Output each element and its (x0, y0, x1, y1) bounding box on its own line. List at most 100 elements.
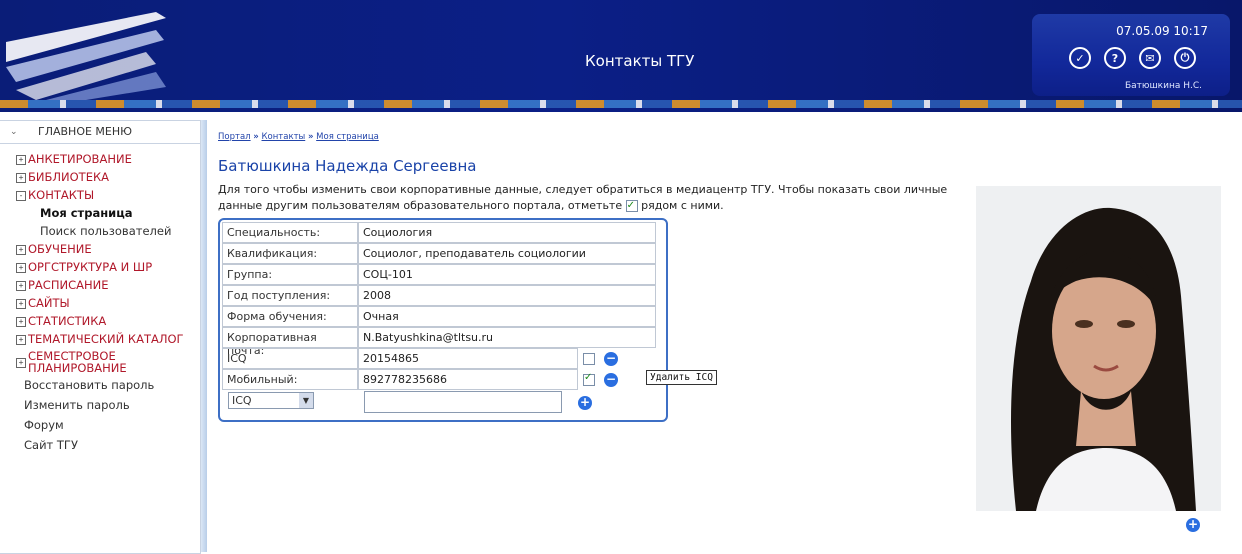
contact-type-value: ICQ (232, 394, 252, 407)
datetime: 07.05.09 10:17 (1116, 24, 1208, 38)
table-row: Корпоративная почта: N.Batyushkina@tltsu… (222, 327, 664, 357)
expand-icon[interactable]: + (16, 245, 26, 255)
sidebar-item-label: БИБЛИОТЕКА (28, 170, 110, 184)
restore-password-link[interactable]: Восстановить пароль (24, 378, 200, 392)
tooltip: Удалить ICQ (646, 370, 717, 385)
field-label: Форма обучения: (222, 306, 358, 327)
icq-visibility-checkbox[interactable] (583, 352, 595, 365)
sidebar-item-statistics[interactable]: + СТАТИСТИКА (16, 314, 200, 328)
sidebar-item-semester-planning[interactable]: + СЕМЕСТРОВОЕ ПЛАНИРОВАНИЕ (16, 350, 200, 374)
expand-icon[interactable]: + (16, 317, 26, 327)
field-label: Квалификация: (222, 243, 358, 264)
user-name[interactable]: Батюшкина Н.С. (1125, 81, 1202, 91)
logo-graphic (6, 12, 166, 100)
intro-line-1: Для того чтобы изменить свои корпоративн… (218, 183, 948, 196)
check-icon[interactable]: ✓ (1069, 47, 1091, 69)
field-label: Специальность: (222, 222, 358, 243)
field-value: Социолог, преподаватель социологии (358, 243, 656, 264)
sidebar-item-education[interactable]: + ОБУЧЕНИЕ (16, 242, 200, 256)
sidebar-item-label: СЕМЕСТРОВОЕ ПЛАНИРОВАНИЕ (28, 349, 127, 375)
site-link[interactable]: Сайт ТГУ (24, 438, 200, 452)
add-photo-icon[interactable]: + (1186, 518, 1200, 532)
breadcrumb-portal[interactable]: Портал (218, 132, 251, 142)
sidebar-subitem-my-page[interactable]: Моя страница (40, 206, 200, 220)
table-row: Форма обучения: Очная (222, 306, 664, 327)
sidebar-splitter[interactable] (201, 120, 207, 552)
action-cell: + (574, 390, 596, 416)
sidebar-item-label: КОНТАКТЫ (28, 188, 95, 202)
sidebar-item-sites[interactable]: + САЙТЫ (16, 296, 200, 310)
remove-mobile-icon[interactable]: − (604, 372, 618, 387)
field-value: 20154865 (358, 348, 578, 369)
visibility-cell (578, 348, 600, 369)
table-row: Год поступления: 2008 (222, 285, 664, 306)
collapse-icon[interactable]: - (16, 191, 26, 201)
user-panel: 07.05.09 10:17 ✓ ? ✉ ⏻ Батюшкина Н.С. (1032, 14, 1230, 96)
sidebar-item-label: САЙТЫ (28, 296, 70, 310)
table-row: Квалификация: Социолог, преподаватель со… (222, 243, 664, 264)
expand-icon[interactable]: + (16, 173, 26, 183)
expand-icon[interactable]: + (16, 281, 26, 291)
sidebar-item-org-structure[interactable]: + ОРГСТРУКТУРА И ШР (16, 260, 200, 274)
help-icon[interactable]: ? (1104, 47, 1126, 69)
sidebar-subitem-user-search[interactable]: Поиск пользователей (40, 224, 200, 238)
remove-icq-icon[interactable]: − (604, 351, 618, 366)
mail-icon[interactable]: ✉ (1139, 47, 1161, 69)
intro-line-3: рядом с ними. (641, 199, 724, 212)
main-content: Портал » Контакты » Моя страница Батюшки… (218, 120, 958, 540)
expand-icon[interactable]: + (16, 155, 26, 165)
sidebar-item-library[interactable]: + БИБЛИОТЕКА (16, 170, 200, 184)
sidebar: ⌄ ГЛАВНОЕ МЕНЮ + АНКЕТИРОВАНИЕ + БИБЛИОТ… (0, 120, 201, 554)
expand-icon[interactable]: + (16, 335, 26, 345)
user-photo (976, 186, 1221, 511)
main-menu-header[interactable]: ⌄ ГЛАВНОЕ МЕНЮ (0, 121, 200, 144)
action-cell: − (600, 369, 622, 390)
breadcrumb-contacts[interactable]: Контакты (262, 132, 306, 142)
checkbox-example-icon (625, 198, 638, 214)
expand-icon[interactable]: + (16, 299, 26, 309)
intro-line-2: данные другим пользователям образователь… (218, 199, 623, 212)
contact-type-select[interactable]: ICQ ▼ (228, 392, 314, 409)
field-value: Социология (358, 222, 656, 243)
change-password-link[interactable]: Изменить пароль (24, 398, 200, 412)
intro-text: Для того чтобы изменить свои корпоративн… (218, 182, 958, 214)
field-label: Группа: (222, 264, 358, 285)
forum-link[interactable]: Форум (24, 418, 200, 432)
profile-data-table: Специальность: Социология Квалификация: … (218, 218, 668, 422)
table-row: Специальность: Социология (222, 222, 664, 243)
collapse-icon[interactable]: ⌄ (10, 121, 18, 143)
page-header-title: Контакты ТГУ (585, 52, 695, 70)
page-title: Батюшкина Надежда Сергеевна (218, 157, 477, 175)
action-cell: − (600, 348, 622, 369)
contact-value-input[interactable] (364, 391, 562, 413)
table-row-new: ICQ ▼ + (222, 390, 664, 416)
expand-icon[interactable]: + (16, 263, 26, 273)
sidebar-item-label: ТЕМАТИЧЕСКИЙ КАТАЛОГ (28, 332, 184, 346)
visibility-cell (578, 369, 600, 390)
table-row-icq: ICQ 20154865 − (222, 348, 664, 369)
sidebar-item-label: ОРГСТРУКТУРА И ШР (28, 260, 153, 274)
main-menu-title: ГЛАВНОЕ МЕНЮ (38, 125, 133, 138)
table-row: Группа: СОЦ-101 (222, 264, 664, 285)
field-value: 2008 (358, 285, 656, 306)
field-label: Год поступления: (222, 285, 358, 306)
sidebar-item-label: АНКЕТИРОВАНИЕ (28, 152, 132, 166)
field-value: Очная (358, 306, 656, 327)
header-stripe (0, 100, 1242, 108)
expand-icon[interactable]: + (16, 358, 26, 368)
chevron-down-icon[interactable]: ▼ (299, 393, 313, 408)
breadcrumb-separator: » (307, 132, 314, 142)
sidebar-item-label: СТАТИСТИКА (28, 314, 107, 328)
mobile-visibility-checkbox[interactable] (583, 372, 595, 386)
breadcrumb-my-page[interactable]: Моя страница (316, 132, 379, 142)
breadcrumb-separator: » (253, 132, 259, 142)
logout-icon[interactable]: ⏻ (1174, 47, 1196, 69)
sidebar-item-label: ОБУЧЕНИЕ (28, 242, 92, 256)
field-label: Мобильный: (222, 369, 358, 390)
sidebar-item-surveys[interactable]: + АНКЕТИРОВАНИЕ (16, 152, 200, 166)
table-row-mobile: Мобильный: 892778235686 − (222, 369, 664, 390)
sidebar-item-schedule[interactable]: + РАСПИСАНИЕ (16, 278, 200, 292)
sidebar-item-catalog[interactable]: + ТЕМАТИЧЕСКИЙ КАТАЛОГ (16, 332, 200, 346)
add-contact-icon[interactable]: + (578, 396, 592, 410)
sidebar-item-contacts[interactable]: - КОНТАКТЫ (16, 188, 200, 202)
